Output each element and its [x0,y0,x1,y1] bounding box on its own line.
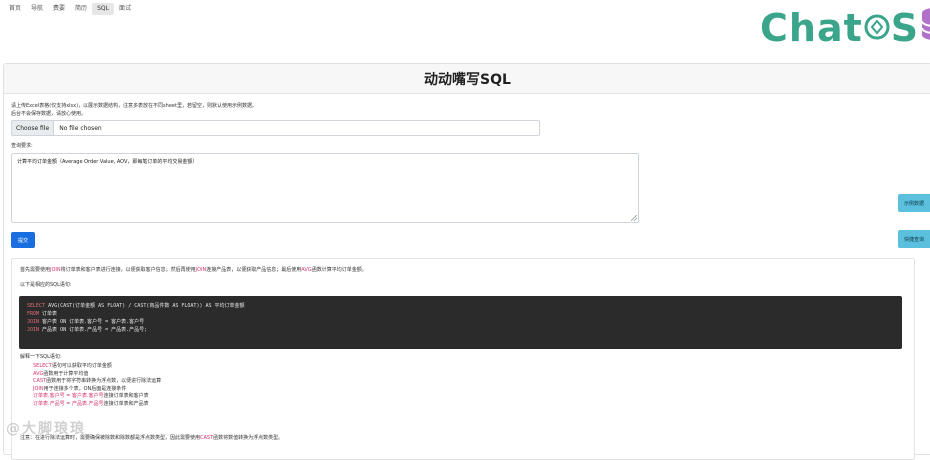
code-line: FROM 订单表 [27,310,894,318]
logo-text-chat: Chat [760,6,863,50]
upload-notice: 请上传Excel表格(仅支持xlsx)，以展示数据结构，注意多表放在不同shee… [11,102,257,118]
intro-kw-join-2: JOIN [195,267,207,273]
explain-keyword: CAST [33,378,47,385]
query-textarea-value: 计算平均订单金额（Average Order Value, AOV，即每笔订单的… [17,159,198,165]
sql-code-block: SELECT AVG(CAST(订单金额 AS FLOAT) / CAST(商品… [19,296,902,349]
upload-notice-line-1: 请上传Excel表格(仅支持xlsx)，以展示数据结构，注意多表放在不同shee… [11,103,257,109]
answer-intro: 首先需要使用JOIN将订单表和客户表进行连接，以便获取客户信息；然后再使用JOI… [20,266,367,273]
explain-keyword: JOIN [33,385,44,392]
logo-text-s: S [890,6,920,50]
intro-text-c: 连接产品表，以便获取产品信息；最后使用 [206,267,302,273]
explain-keyword: AVG [33,370,44,377]
code-line: SELECT AVG(CAST(订单金额 AS FLOAT) / CAST(商品… [27,302,894,310]
resize-handle-icon[interactable] [631,215,637,221]
explain-title: 解释一下SQL语句: [20,354,62,360]
nav-item-sql[interactable]: SQL [92,3,114,15]
explain-text: 语句可以获取平均订单金额 [51,363,112,369]
explain-keyword: 订单表.产品号 = 产品表.产品号 [33,400,104,407]
nav-item-interview[interactable]: 面试 [114,3,136,15]
openai-robot-icon [864,6,890,50]
submit-button[interactable]: 提交 [11,232,35,248]
explain-keyword: 订单表.客户号 = 客户表.客户号 [33,393,104,400]
nav-item-fee[interactable]: 费要 [48,3,70,15]
list-item: 订单表.产品号 = 产品表.产品号连接订单表和产品表 [33,401,161,409]
sql-intro: 以下是相应的SQL语句: [20,282,72,288]
watermark-text: @大脚琅琅 [6,421,86,437]
intro-kw-join-1: JOIN [50,267,61,273]
code-line: JOIN 产品表 ON 订单表.产品号 = 产品表.产品号; [27,326,894,334]
code-keyword: JOIN [27,319,40,325]
choose-file-button[interactable]: Choose file [12,121,55,135]
code-text: 订单表 [39,311,58,317]
explain-text: 函数用于将字符串转换为浮点数，以便进行除法运算 [46,378,162,385]
top-nav: 首页 导航 费要 简历 SQL 面试 [4,3,136,15]
explain-text: 连接订单表和客户表 [103,393,149,400]
explain-list: SELECT语句可以获取平均订单金额 AVG函数用于计算平均值 CAST函数用于… [33,363,161,409]
note-kw-cast: CAST [200,435,214,441]
code-keyword: SELECT [27,303,46,309]
quick-query-button[interactable]: 快捷查询 [898,230,930,248]
explain-text: 函数用于计算平均值 [43,370,89,377]
page-title: 动动嘴写SQL [424,71,511,88]
database-icon [919,6,930,51]
list-item: CAST函数用于将字符串转换为浮点数，以便进行除法运算 [33,378,161,386]
example-data-button[interactable]: 示例数据 [898,194,930,212]
card-header: 动动嘴写SQL [4,64,930,94]
intro-kw-avg: AVG [301,267,312,273]
file-name-text: No file chosen [59,124,102,132]
query-textarea[interactable]: 计算平均订单金额（Average Order Value, AOV，即每笔订单的… [11,153,639,223]
upload-notice-line-2: 后台不会保存数据，请放心使用。 [11,111,87,117]
code-line: JOIN 客户表 ON 订单表.客户号 = 客户表.客户号 [27,318,894,326]
query-label: 查询要求: [11,143,33,149]
main-card: 动动嘴写SQL 请上传Excel表格(仅支持xlsx)，以展示数据结构，注意多表… [3,63,930,460]
intro-text-d: 函数计算平均订单金额。 [311,267,367,273]
answer-panel: 首先需要使用JOIN将订单表和客户表进行连接，以便获取客户信息；然后再使用JOI… [11,258,915,460]
explain-keyword: SELECT [33,363,52,369]
code-keyword: FROM [27,311,40,317]
explain-text: 用于连接多个表，ON后面是连接条件 [43,385,127,392]
nav-item-resume[interactable]: 简历 [70,3,92,15]
nav-item-home[interactable]: 首页 [4,3,26,15]
code-text: 客户表 ON 订单表.客户号 = 客户表.客户号 [39,319,145,325]
code-text: AVG(CAST(订单金额 AS FLOAT) / CAST(商品件数 AS F… [45,303,245,309]
intro-text-b: 将订单表和客户表进行连接，以便获取客户信息；然后再使用 [60,267,196,273]
code-keyword: JOIN [27,327,40,333]
list-item: SELECT语句可以获取平均订单金额 [33,363,161,371]
intro-text-a: 首先需要使用 [20,267,51,273]
chatsql-logo: Chat S [760,6,930,50]
list-item: 订单表.客户号 = 客户表.客户号连接订单表和客户表 [33,393,161,401]
note-text-b: 函数将数值转换为浮点数类型。 [213,435,284,441]
code-text: 产品表 ON 订单表.产品号 = 产品表.产品号; [39,327,148,333]
file-input[interactable]: Choose file No file chosen [11,120,540,136]
nav-item-navigation[interactable]: 导航 [26,3,48,15]
explain-text: 连接订单表和产品表 [103,400,149,407]
